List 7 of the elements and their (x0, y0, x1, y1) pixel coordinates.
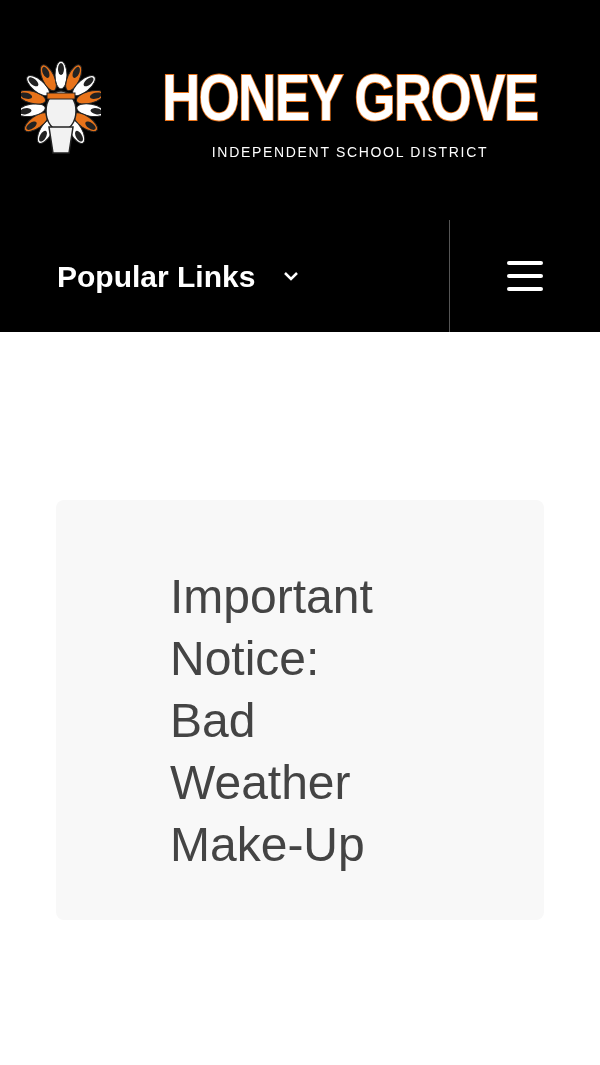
popular-links-dropdown[interactable]: Popular Links (0, 220, 449, 332)
logo-title: HONEY GROVE (162, 61, 538, 136)
menu-icon (507, 259, 543, 293)
chevron-icon (283, 270, 300, 282)
logo-subtitle: INDEPENDENT SCHOOL DISTRICT (211, 143, 489, 162)
logo-link[interactable]: HONEY GROVE INDEPENDENT SCHOOL DISTRICT (21, 58, 579, 163)
notice-title: Important Notice: Bad Weather Make-Up (170, 569, 374, 873)
